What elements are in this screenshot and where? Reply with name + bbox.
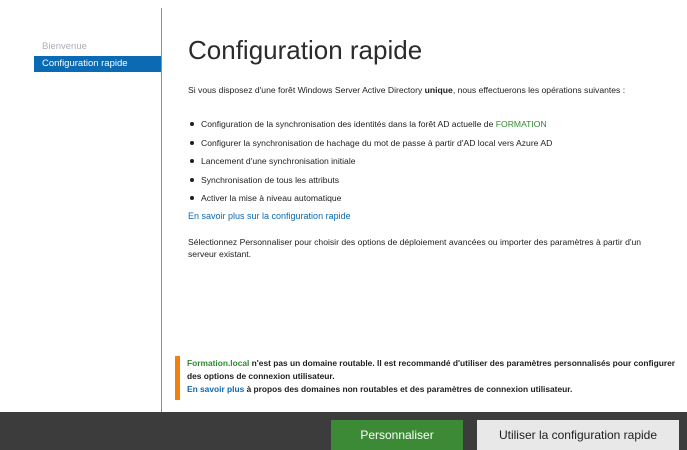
bullet-icon <box>190 177 194 182</box>
warning-text: Formation.local n'est pas un domaine rou… <box>187 357 675 396</box>
list-item: Configuration de la synchronisation des … <box>188 118 668 137</box>
bullet-icon <box>190 159 194 163</box>
list-item: Configurer la synchronisation de hachage… <box>188 137 668 156</box>
list-item: Lancement d'une synchronisation initiale <box>188 155 668 174</box>
forest-name: FORMATION <box>495 119 547 129</box>
list-item: Activer la mise à niveau automatique <box>188 192 668 211</box>
bullet-icon <box>190 122 194 126</box>
warning-message: n'est pas un domaine routable. Il est re… <box>187 358 675 381</box>
learn-more-domains-link[interactable]: En savoir plus <box>187 384 244 394</box>
domain-name: Formation.local <box>187 358 250 368</box>
warning-link-suffix: à propos des domaines non routables et d… <box>244 384 573 394</box>
list-item-text: Configurer la synchronisation de hachage… <box>201 137 553 148</box>
list-item-text: Configuration de la synchronisation des … <box>201 119 496 129</box>
list-item-text: Synchronisation de tous les attributs <box>201 174 340 185</box>
list-item-text: Lancement d'une synchronisation initiale <box>201 156 356 166</box>
page-title: Configuration rapide <box>188 35 423 65</box>
use-express-settings-button[interactable]: Utiliser la configuration rapide <box>477 420 679 450</box>
bullet-icon <box>190 140 194 145</box>
intro-text-start: Si vous disposez d'une forêt Windows Ser… <box>188 85 425 95</box>
intro-text-bold: unique <box>424 85 453 95</box>
intro-text: Si vous disposez d'une forêt Windows Ser… <box>188 84 668 96</box>
bullet-icon <box>190 196 194 200</box>
intro-text-end: , nous effectuerons les opérations suiva… <box>452 85 626 95</box>
list-item: Synchronisation de tous les attributs <box>188 174 668 193</box>
learn-more-express-link[interactable]: En savoir plus sur la configuration rapi… <box>188 210 351 222</box>
sidebar-item-express-settings[interactable]: Configuration rapide <box>34 56 162 72</box>
customize-button[interactable]: Personnaliser <box>331 420 463 450</box>
customize-description: Sélectionnez Personnaliser pour choisir … <box>188 237 642 259</box>
wizard-sidebar: Bienvenue Configuration rapide <box>0 0 162 412</box>
sidebar-divider <box>161 8 162 412</box>
sidebar-item-welcome[interactable]: Bienvenue <box>34 39 162 55</box>
warning-bar <box>175 356 180 400</box>
list-item-text: Activer la mise à niveau automatique <box>201 193 342 203</box>
domain-warning: Formation.local n'est pas un domaine rou… <box>175 356 675 400</box>
operations-list: Configuration de la synchronisation des … <box>188 118 668 211</box>
